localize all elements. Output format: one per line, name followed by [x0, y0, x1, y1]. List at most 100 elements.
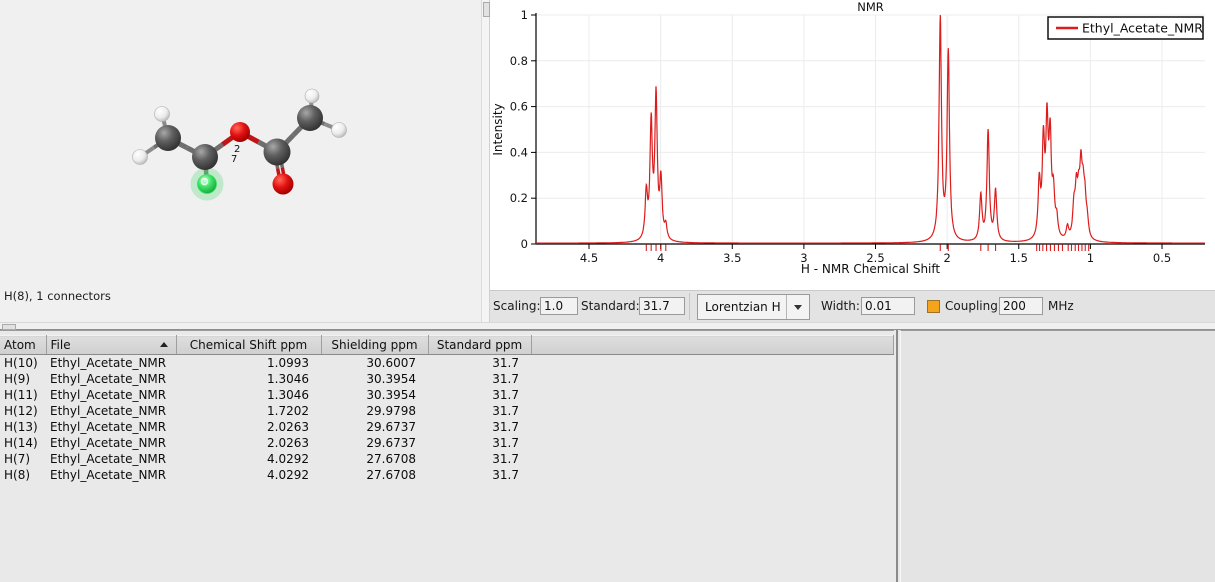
- y-tick-label: 0.6: [510, 100, 528, 114]
- table-cell-filler: [531, 355, 894, 372]
- hydrogen-atom[interactable]: [155, 107, 170, 122]
- column-header-shielding-ppm[interactable]: Shielding ppm: [321, 336, 428, 355]
- table-row[interactable]: H(10)Ethyl_Acetate_NMR1.099330.600731.7: [0, 355, 894, 372]
- standard-label: Standard:: [581, 299, 640, 313]
- carbon-atom[interactable]: [192, 144, 218, 170]
- splitter-line: [896, 330, 898, 582]
- table-row[interactable]: H(8)Ethyl_Acetate_NMR4.029227.670831.7: [0, 467, 894, 483]
- y-axis-title: Intensity: [491, 103, 505, 155]
- table-cell: 1.3046: [176, 387, 321, 403]
- hydrogen-atom[interactable]: [133, 150, 148, 165]
- molecule-canvas[interactable]: 27: [0, 0, 481, 322]
- nmr-spectrum-curve: [536, 15, 1205, 243]
- table-row[interactable]: H(14)Ethyl_Acetate_NMR2.026329.673731.7: [0, 435, 894, 451]
- molecule-viewer-panel[interactable]: 27 H(8), 1 connectors: [0, 0, 481, 322]
- coupling-checkbox[interactable]: [927, 300, 940, 313]
- table-cell: 30.3954: [321, 387, 428, 403]
- table-row[interactable]: H(9)Ethyl_Acetate_NMR1.304630.395431.7: [0, 371, 894, 387]
- table-cell: 31.7: [428, 419, 531, 435]
- table-cell-filler: [531, 387, 894, 403]
- viewer-status-text: H(8), 1 connectors: [4, 289, 111, 303]
- legend-label: Ethyl_Acetate_NMR: [1082, 21, 1203, 36]
- column-header-standard-ppm[interactable]: Standard ppm: [428, 336, 531, 355]
- hydrogen-atom[interactable]: [332, 123, 347, 138]
- coupling-input[interactable]: [999, 297, 1043, 315]
- table-row[interactable]: H(7)Ethyl_Acetate_NMR4.029227.670831.7: [0, 451, 894, 467]
- horizontal-splitter[interactable]: [0, 322, 1215, 330]
- scaling-label: Scaling:: [493, 299, 541, 313]
- table-cell: Ethyl_Acetate_NMR: [46, 451, 176, 467]
- empty-side-panel: [900, 330, 1215, 582]
- x-tick-label: 1.5: [1010, 251, 1028, 265]
- table-cell: 31.7: [428, 403, 531, 419]
- table-row[interactable]: H(12)Ethyl_Acetate_NMR1.720229.979831.7: [0, 403, 894, 419]
- table-cell: 29.6737: [321, 435, 428, 451]
- peak-shape-dropdown[interactable]: Lorentzian H: [697, 294, 810, 320]
- table-cell-filler: [531, 419, 894, 435]
- carbon-atom[interactable]: [264, 139, 291, 166]
- oxygen-atom[interactable]: [230, 122, 250, 142]
- column-header-atom[interactable]: Atom: [0, 336, 46, 355]
- controls-divider: [689, 293, 690, 320]
- table-cell: Ethyl_Acetate_NMR: [46, 371, 176, 387]
- coupling-label: Coupling:: [945, 299, 1002, 313]
- table-cell: 2.0263: [176, 435, 321, 451]
- x-tick-label: 3.5: [723, 251, 741, 265]
- table-cell: 31.7: [428, 355, 531, 372]
- table-cell: 1.0993: [176, 355, 321, 372]
- chevron-down-icon: [794, 305, 802, 310]
- table-cell: 29.6737: [321, 419, 428, 435]
- width-label: Width:: [821, 299, 860, 313]
- table-cell: 27.6708: [321, 467, 428, 483]
- table-cell: 1.7202: [176, 403, 321, 419]
- standard-input[interactable]: [639, 297, 685, 315]
- table-cell: 4.0292: [176, 451, 321, 467]
- table-cell: H(12): [0, 403, 46, 419]
- y-tick-label: 0.4: [510, 145, 528, 159]
- table-cell: Ethyl_Acetate_NMR: [46, 435, 176, 451]
- table-row[interactable]: H(11)Ethyl_Acetate_NMR1.304630.395431.7: [0, 387, 894, 403]
- splitter-handle[interactable]: [483, 2, 490, 17]
- column-header-file[interactable]: File: [46, 336, 176, 355]
- scaling-input[interactable]: [540, 297, 578, 315]
- table-cell: 30.6007: [321, 355, 428, 372]
- spectra-controls-bar: Scaling: Standard: Lorentzian H Width: C…: [490, 290, 1215, 322]
- width-input[interactable]: [861, 297, 915, 315]
- coupling-unit-label: MHz: [1048, 299, 1074, 313]
- column-header-chemical-shift-ppm[interactable]: Chemical Shift ppm: [176, 336, 321, 355]
- table-cell: 31.7: [428, 451, 531, 467]
- nmr-data-table-panel: AtomFileChemical Shift ppmShielding ppmS…: [0, 330, 894, 582]
- dropdown-separator: [786, 295, 787, 319]
- table-cell: 27.6708: [321, 451, 428, 467]
- y-tick-label: 0.8: [510, 54, 528, 68]
- sort-ascending-icon: [160, 342, 168, 347]
- vertical-splitter[interactable]: [481, 0, 490, 322]
- table-cell: 4.0292: [176, 467, 321, 483]
- table-cell-filler: [531, 435, 894, 451]
- chart-title: NMR: [857, 0, 884, 14]
- x-tick-label: 4: [657, 251, 664, 265]
- table-cell: Ethyl_Acetate_NMR: [46, 419, 176, 435]
- hydrogen-atom[interactable]: [305, 89, 319, 103]
- table-cell: Ethyl_Acetate_NMR: [46, 403, 176, 419]
- table-cell: 31.7: [428, 387, 531, 403]
- table-cell-filler: [531, 403, 894, 419]
- table-row[interactable]: H(13)Ethyl_Acetate_NMR2.026329.673731.7: [0, 419, 894, 435]
- carbon-atom[interactable]: [297, 105, 323, 131]
- nmr-chart[interactable]: 00.20.40.60.814.543.532.521.510.5NMRH - …: [490, 0, 1215, 290]
- nmr-data-table: AtomFileChemical Shift ppmShielding ppmS…: [0, 335, 894, 483]
- table-cell: 29.9798: [321, 403, 428, 419]
- column-header-filler: [531, 336, 894, 355]
- x-tick-label: 4.5: [580, 251, 598, 265]
- table-cell-filler: [531, 371, 894, 387]
- table-cell: H(7): [0, 451, 46, 467]
- application-window: 27 H(8), 1 connectors 00.20.40.60.814.54…: [0, 0, 1215, 582]
- table-cell-filler: [531, 451, 894, 467]
- table-cell: H(13): [0, 419, 46, 435]
- atom-number-label: 7: [231, 154, 237, 165]
- atom-number-labels: 27: [231, 144, 240, 165]
- carbon-atom[interactable]: [155, 125, 181, 151]
- table-cell: 31.7: [428, 467, 531, 483]
- peak-shape-selected-value: Lorentzian H: [705, 300, 785, 314]
- oxygen-atom[interactable]: [273, 174, 294, 195]
